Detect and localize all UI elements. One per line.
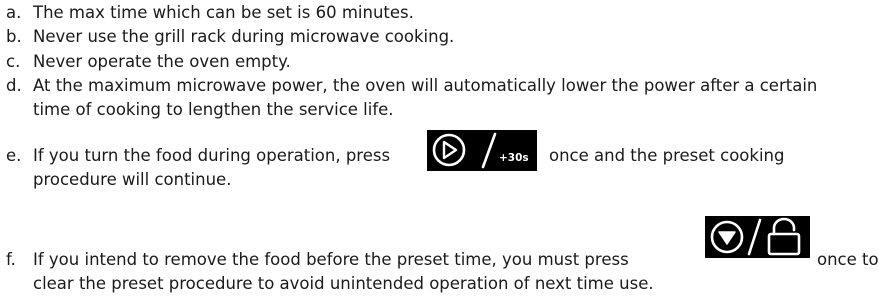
list-item-text: At the maximum microwave power, the oven… [33,76,818,95]
list-item-f: f. If you intend to remove the food befor… [6,249,629,271]
slash-divider [747,218,762,256]
list-marker: e. [6,146,22,165]
list-marker: d. [6,76,22,95]
list-item-text: Never operate the oven empty. [33,52,291,71]
list-item-b: b. Never use the grill rack during microw… [6,26,454,48]
list-item-d-continuation: time of cooking to lengthen the service … [33,100,394,119]
play-circle-icon [432,133,466,167]
list-item-a: a. The max time which can be set is 60 mi… [6,2,414,24]
lock-icon [767,217,801,256]
list-item-c: c. Never operate the oven empty. [6,51,291,73]
list-item-e: e. If you turn the food during operation,… [6,145,390,167]
list-item-text: Never use the grill rack during microwav… [33,27,455,46]
list-item-f-after: once to [817,250,879,269]
list-item-text: If you turn the food during operation, p… [33,146,391,165]
list-marker: a. [6,3,22,22]
slash-divider [481,132,497,169]
list-marker: c. [6,52,21,71]
list-item-e-continuation: procedure will continue. [33,170,232,189]
list-item-text: If you intend to remove the food before … [33,250,629,269]
list-marker: f. [6,250,16,269]
stop-lock-button [705,216,810,258]
list-item-e-after: once and the preset cooking [549,146,785,165]
start-plus30s-button: +30s [427,130,537,171]
list-item-d: d. At the maximum microwave power, the ov… [6,75,817,97]
list-item-text: The max time which can be set is 60 minu… [33,3,414,22]
list-item-f-continuation: clear the preset procedure to avoid unin… [33,274,654,293]
list-marker: b. [6,27,22,46]
plus-30s-label: +30s [499,152,529,164]
